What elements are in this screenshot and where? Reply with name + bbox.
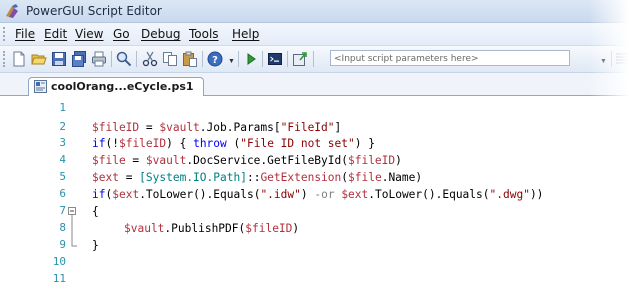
open-icon[interactable] [31, 51, 47, 67]
line-number: 6 [59, 187, 66, 200]
print-icon[interactable] [91, 51, 107, 67]
title-bar: PowerGUI Script Editor [0, 0, 629, 23]
window-title: PowerGUI Script Editor [26, 4, 162, 18]
code-line-8: $vault.PublishPDF($fileID) [124, 222, 300, 235]
menu-edit[interactable]: Edit [44, 27, 67, 41]
menu-file[interactable]: File [15, 27, 35, 41]
toolbar-separator [202, 51, 203, 67]
copy-icon[interactable] [162, 51, 178, 67]
toolbar-separator [111, 51, 112, 67]
line-number: 1 [59, 101, 66, 114]
toolbar-separator [136, 51, 137, 67]
new-icon[interactable] [11, 51, 27, 67]
menu-go[interactable]: Go [113, 27, 130, 41]
code-line-4: $file = $vault.DocService.GetFileById($f… [92, 154, 402, 167]
save-icon[interactable] [51, 51, 67, 67]
menu-tools[interactable]: Tools [189, 27, 219, 41]
menu-help[interactable]: Help [232, 27, 259, 41]
code-line-9: } [92, 239, 99, 252]
code-line-5: $ext = [System.IO.Path]::GetExtension($f… [92, 171, 423, 184]
cut-icon[interactable] [142, 51, 158, 67]
toolbar-grip[interactable] [3, 51, 7, 67]
powergui-app-icon [6, 4, 18, 18]
line-number: 4 [59, 153, 66, 166]
document-tab-strip: coolOrang...eCycle.ps1 [0, 73, 629, 96]
toolbar-separator [262, 51, 263, 67]
editor-window: PowerGUI Script Editor File Edit View Go… [0, 0, 629, 297]
help-icon[interactable]: ? [207, 51, 223, 67]
line-number: 10 [52, 255, 66, 268]
save-all-icon[interactable] [71, 51, 87, 67]
line-number-gutter: 1 2 3 4 5 6 7 8 9 10 11 [0, 96, 66, 297]
line-number: 11 [52, 272, 66, 285]
script-file-icon [34, 80, 47, 93]
line-number: 8 [59, 221, 66, 234]
tab-script-file[interactable]: coolOrang...eCycle.ps1 [28, 77, 204, 96]
toolbar-separator [238, 51, 239, 67]
menu-bar: File Edit View Go Debug Tools Help [0, 23, 629, 46]
edge-fade [589, 0, 629, 297]
code-line-2: $fileID = $vault.Job.Params["FileId"] [92, 121, 342, 134]
toolbar-separator [313, 51, 314, 67]
svg-text:?: ? [212, 55, 218, 66]
menubar-grip[interactable] [3, 27, 7, 41]
code-line-7: { [92, 205, 99, 218]
line-number: 5 [59, 170, 66, 183]
line-number: 3 [59, 136, 66, 149]
paste-icon[interactable] [182, 51, 198, 67]
toolbar: ? ▼ <Input script parameters here> ▼ [0, 46, 629, 73]
find-icon[interactable] [116, 51, 132, 67]
line-number: 2 [59, 120, 66, 133]
script-parameters-input[interactable]: <Input script parameters here> [330, 50, 570, 66]
code-line-6: if($ext.ToLower().Equals(".idw") -or $ex… [92, 188, 544, 201]
code-editor[interactable]: 1 2 3 4 5 6 7 8 9 10 11 $fileID = $vault… [0, 96, 629, 297]
code-folding-margin[interactable] [66, 96, 78, 297]
line-number: 7 [59, 204, 66, 217]
toolbar-separator [287, 51, 288, 67]
publish-icon[interactable] [292, 51, 308, 67]
chevron-down-icon[interactable]: ▼ [228, 58, 235, 65]
menu-debug[interactable]: Debug [141, 27, 180, 41]
line-number: 9 [59, 238, 66, 251]
run-icon[interactable] [243, 51, 259, 67]
tab-label: coolOrang...eCycle.ps1 [51, 80, 194, 93]
console-icon[interactable] [267, 51, 283, 67]
code-line-3: if(!$fileID) { throw ("File ID not set")… [92, 137, 375, 150]
menu-view[interactable]: View [75, 27, 103, 41]
